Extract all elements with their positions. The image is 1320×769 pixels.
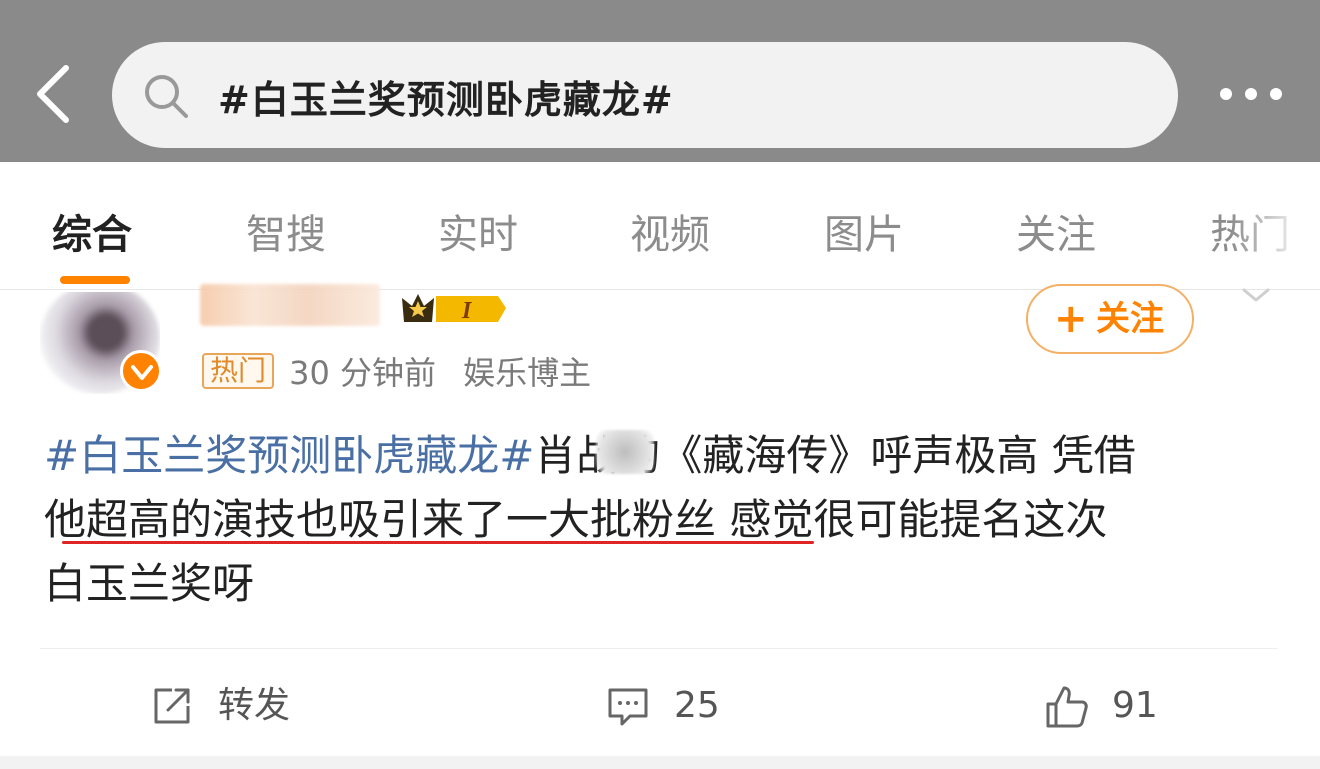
thumbs-up-icon xyxy=(1046,686,1088,728)
tab-comprehensive[interactable]: 综合 xyxy=(52,202,132,260)
chevron-left-icon xyxy=(37,65,69,123)
like-button[interactable]: 91 xyxy=(1044,676,1174,736)
tab-bar: 综合 智搜 实时 视频 图片 关注 热门 xyxy=(0,162,1320,290)
member-level-badge[interactable]: I xyxy=(398,290,508,326)
underlined-text: 超高的演技也吸引来了一大批粉丝 xyxy=(86,495,717,544)
repost-button[interactable]: 转发 xyxy=(150,676,310,736)
red-underline-annotation xyxy=(62,541,814,544)
author-role: 娱乐博主 xyxy=(463,354,592,392)
like-count: 91 xyxy=(1112,685,1158,726)
follow-button[interactable]: + 关注 xyxy=(1026,284,1194,354)
svg-text:I: I xyxy=(461,298,473,324)
comment-button[interactable]: 25 xyxy=(606,676,736,736)
share-icon xyxy=(154,688,190,724)
more-options-button[interactable] xyxy=(1216,80,1286,110)
hot-tag: 热门 xyxy=(202,353,275,389)
tab-following[interactable]: 关注 xyxy=(1016,202,1096,260)
plus-icon: + xyxy=(1054,296,1088,342)
collapse-menu-button[interactable] xyxy=(1236,284,1276,308)
repost-label: 转发 xyxy=(218,685,291,726)
tab-smart-search[interactable]: 智搜 xyxy=(246,202,326,260)
search-icon xyxy=(145,75,188,118)
post-meta: 热门 30 分钟前 娱乐博主 xyxy=(202,348,591,392)
username-blurred[interactable] xyxy=(200,284,380,326)
blur-patch xyxy=(596,430,654,474)
active-tab-indicator xyxy=(60,276,130,284)
search-input[interactable]: #白玉兰奖预测卧虎藏龙# xyxy=(112,42,1178,148)
post-text-line3: 白玉兰奖呀 xyxy=(44,559,255,608)
post-text-line2-prefix: 他 xyxy=(44,495,87,544)
hashtag-link[interactable]: #白玉兰奖预测卧虎藏龙# xyxy=(44,431,534,480)
divider xyxy=(40,648,1278,649)
search-header: #白玉兰奖预测卧虎藏龙# xyxy=(0,0,1320,162)
back-button[interactable] xyxy=(34,62,74,126)
tab-images[interactable]: 图片 xyxy=(824,202,904,260)
crown-icon: I xyxy=(402,294,506,324)
tab-realtime[interactable]: 实时 xyxy=(438,202,518,260)
verified-badge-icon xyxy=(120,350,162,392)
comment-icon xyxy=(608,688,648,726)
post-text-line2-rest: 感觉很可能提名这次 xyxy=(716,495,1108,544)
post-body: #白玉兰奖预测卧虎藏龙#肖战的《藏海传》呼声极高 凭借 他超高的演技也吸引来了一… xyxy=(44,424,1284,616)
tab-hot[interactable]: 热门 xyxy=(1210,202,1290,260)
comment-count: 25 xyxy=(674,685,720,726)
post-time: 30 分钟前 xyxy=(289,354,437,392)
tab-video[interactable]: 视频 xyxy=(630,202,710,260)
more-icon xyxy=(1220,88,1232,100)
next-card-edge xyxy=(0,756,1320,769)
search-query: #白玉兰奖预测卧虎藏龙# xyxy=(218,78,674,122)
chevron-down-icon xyxy=(1242,288,1270,302)
